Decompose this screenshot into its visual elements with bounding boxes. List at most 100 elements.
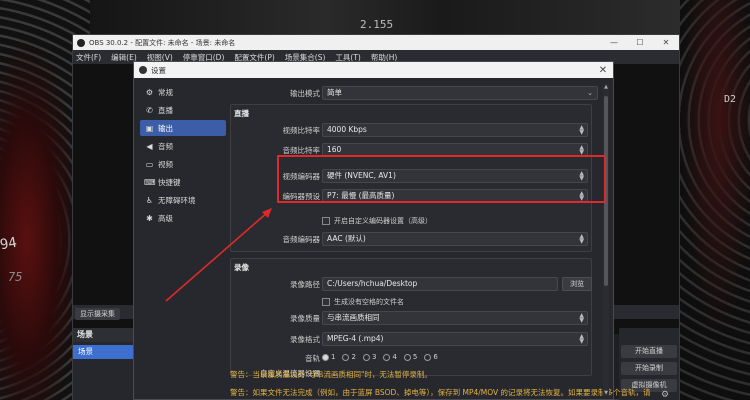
sidebar-item-accessibility[interactable]: ♿ 无障碍环境 (140, 192, 226, 208)
custom-encoder-checkbox-label: 开启自定义编码器设置（高级） (334, 217, 432, 225)
annotation-highlight-box (277, 155, 606, 203)
scene-list-item[interactable]: 场景 (73, 345, 133, 359)
audio-tracks-row: 音轨 1 2 3 4 5 6 (230, 351, 602, 365)
spinner-arrows-icon[interactable]: ▲ ▼ (579, 145, 584, 156)
sidebar-item-gear[interactable]: ⚙ 常规 (140, 84, 226, 100)
sidebar-item-label: 直播 (158, 105, 173, 115)
window-controls: — ☐ ✕ (601, 38, 679, 47)
sidebar-item-keyboard[interactable]: ⌨ 快捷键 (140, 174, 226, 190)
start-recording-button[interactable]: 开始录制 (621, 362, 677, 375)
source-toolbar-button[interactable]: 显示摄采集 (75, 308, 120, 320)
spinner-arrows-icon[interactable]: ▲ ▼ (579, 125, 584, 136)
wallpaper-right-art (670, 0, 750, 400)
audio-track-radio[interactable]: 1 (322, 353, 335, 361)
audio-track-radio[interactable]: 3 (362, 353, 377, 361)
audio-track-number: 4 (392, 353, 397, 361)
maximize-button[interactable]: ☐ (627, 38, 653, 47)
no-space-filename-label: 生成没有空格的文件名 (334, 298, 404, 306)
recording-format-select[interactable]: MPEG-4 (.mp4) ▲ ▼ (322, 332, 588, 346)
recording-quality-row: 录像质量 与串流画质相同 ▲ ▼ (230, 311, 602, 325)
start-streaming-button[interactable]: 开始直播 (621, 345, 677, 358)
radio-button[interactable] (342, 353, 350, 361)
no-space-filename-checkbox[interactable] (322, 298, 330, 306)
audio-track-radio[interactable]: 4 (383, 353, 397, 361)
sidebar-item-label: 输出 (158, 123, 173, 133)
sidebar-item-output[interactable]: ▣ 输出 (140, 120, 226, 136)
settings-sidebar: ⚙ 常规 ✆ 直播 ▣ 输出 ◀ 音频 ▭ 视频 ⌨ 快捷键 ♿ 无障碍环境 ✱ 高级 (140, 84, 226, 394)
sidebar-item-monitor[interactable]: ▭ 视频 (140, 156, 226, 172)
menu-file[interactable]: 文件(F) (76, 52, 101, 63)
audio-track-number: 2 (351, 353, 356, 361)
settings-content: 输出模式 简单 ⌄ 直播 视频比特率 4000 Kbps ▲ ▼ 音频比特率 16… (230, 78, 602, 400)
video-bitrate-value: 4000 Kbps (327, 125, 367, 134)
sidebar-item-antenna[interactable]: ✆ 直播 (140, 102, 226, 118)
gear-icon[interactable]: ⚙ (661, 390, 669, 400)
recording-path-label: 录像路径 (290, 280, 320, 289)
wallpaper-text: D2 (724, 94, 737, 105)
audio-bitrate-value: 160 (327, 145, 342, 154)
custom-encoder-checkbox-row[interactable]: 开启自定义编码器设置（高级） (322, 216, 432, 226)
custom-encoder-checkbox[interactable] (322, 217, 330, 225)
streaming-section-title: 直播 (234, 109, 249, 118)
obs-logo-icon (77, 38, 85, 47)
antenna-icon: ✆ (146, 105, 153, 115)
radio-button[interactable] (383, 353, 391, 361)
browse-button[interactable]: 浏览 (562, 277, 592, 291)
radio-button[interactable] (362, 353, 370, 361)
output-mode-row: 输出模式 简单 ⌄ (230, 86, 602, 100)
no-space-checkbox-row[interactable]: 生成没有空格的文件名 (322, 297, 404, 307)
obs-window-title: OBS 30.0.2 - 配置文件: 未命名 - 场景: 未命名 (89, 38, 236, 47)
chevron-down-icon: ⌄ (587, 89, 593, 97)
audio-track-number: 1 (331, 353, 336, 361)
radio-button[interactable] (403, 353, 411, 361)
audio-track-radio[interactable]: 5 (403, 353, 417, 361)
warning-text: 警告：当录像质量设为"与串流画质相同"时，无法暂停录制。 (230, 370, 432, 379)
output-mode-label: 输出模式 (290, 89, 320, 98)
recording-format-row: 录像格式 MPEG-4 (.mp4) ▲ ▼ (230, 332, 602, 346)
radio-button[interactable] (424, 353, 432, 361)
spinner-arrows-icon[interactable]: ▲ ▼ (579, 334, 584, 345)
audio-track-number: 6 (433, 353, 438, 361)
settings-titlebar: 设置 ✕ (134, 62, 613, 78)
sidebar-item-wrench[interactable]: ✱ 高级 (140, 210, 226, 226)
recording-format-value: MPEG-4 (.mp4) (327, 334, 384, 343)
close-button[interactable]: ✕ (653, 38, 679, 47)
settings-scrollbar[interactable]: ▲ ▼ (603, 84, 609, 396)
sidebar-item-label: 无障碍环境 (158, 195, 196, 205)
recording-format-label: 录像格式 (290, 335, 320, 344)
video-bitrate-spinbox[interactable]: 4000 Kbps ▲ ▼ (322, 123, 588, 137)
video-bitrate-row: 视频比特率 4000 Kbps ▲ ▼ (230, 123, 602, 137)
video-bitrate-label: 视频比特率 (282, 126, 321, 135)
recording-path-row: 录像路径 C:/Users/hchua/Desktop 浏览 (230, 277, 602, 291)
sidebar-item-speaker[interactable]: ◀ 音频 (140, 138, 226, 154)
output-icon: ▣ (145, 123, 154, 133)
accessibility-icon: ♿ (145, 195, 154, 205)
spinner-arrows-icon[interactable]: ▲ ▼ (579, 313, 584, 324)
sidebar-item-label: 快捷键 (158, 177, 181, 187)
audio-tracks-group: 1 2 3 4 5 6 (322, 353, 445, 361)
keyboard-icon: ⌨ (144, 177, 156, 187)
audio-encoder-select[interactable]: AAC (默认) ▲ ▼ (322, 232, 588, 246)
recording-quality-select[interactable]: 与串流画质相同 ▲ ▼ (322, 311, 588, 325)
audio-track-radio[interactable]: 6 (424, 353, 438, 361)
scenes-dock: 场景 场景 (73, 328, 133, 400)
recording-path-input[interactable]: C:/Users/hchua/Desktop (322, 277, 558, 291)
spinner-arrows-icon[interactable]: ▲ ▼ (579, 234, 584, 245)
radio-button[interactable] (322, 353, 329, 361)
audio-track-radio[interactable]: 2 (342, 353, 356, 361)
audio-encoder-label: 音频编码器 (282, 235, 321, 244)
output-mode-select[interactable]: 简单 ⌄ (322, 86, 598, 100)
wallpaper-text: 2.155 (360, 18, 394, 31)
recording-section-title: 录像 (234, 263, 249, 272)
output-mode-value: 简单 (327, 88, 342, 97)
scroll-up-icon[interactable]: ▲ (603, 84, 609, 90)
gear-icon: ⚙ (145, 87, 154, 97)
settings-dialog: 设置 ✕ ⚙ 常规 ✆ 直播 ▣ 输出 ◀ 音频 ▭ 视频 ⌨ 快捷键 ♿ 无障碍环境 ✱ 高级 输出模式 简… (133, 61, 651, 400)
warning-text: 警告：如果文件无法完成（例如，由于蓝屏 BSOD、掉电等），保存到 MP4/MO… (230, 388, 651, 397)
close-icon[interactable]: ✕ (593, 65, 613, 76)
audio-track-number: 3 (371, 353, 377, 361)
minimize-button[interactable]: — (601, 38, 627, 47)
recording-path-value: C:/Users/hchua/Desktop (327, 279, 418, 288)
scroll-down-icon[interactable]: ▼ (603, 390, 609, 396)
wallpaper-text: 75 (8, 270, 23, 284)
